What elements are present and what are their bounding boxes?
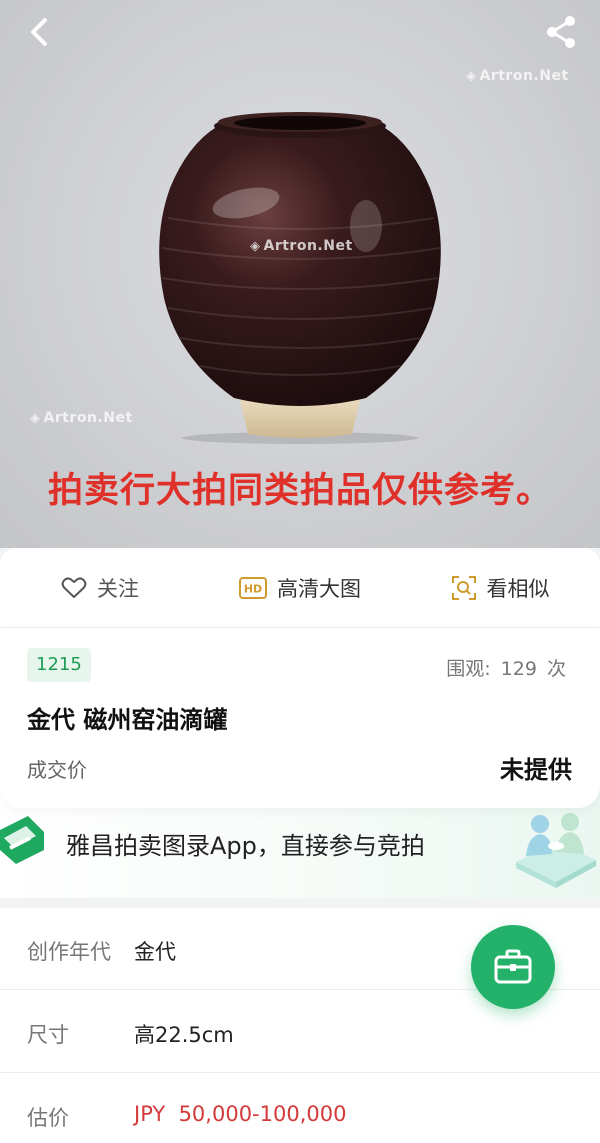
follow-label: 关注 — [97, 576, 139, 601]
view-count: 围观: 129 次 — [442, 654, 566, 681]
detail-key: 估价 — [27, 1106, 69, 1130]
reference-caption: 拍卖行大拍同类拍品仅供参考。 — [47, 471, 552, 511]
lot-title: 金代 磁州窑油滴罐 — [27, 706, 228, 734]
watermark: ◈ Artron.Net — [30, 410, 133, 426]
back-button[interactable] — [18, 12, 62, 56]
lot-number-badge: 1215 — [27, 648, 91, 682]
price-value: 未提供 — [500, 756, 572, 784]
views-label: 围观: — [446, 658, 491, 680]
watermark: ◈ Artron.Net — [466, 68, 569, 84]
lot-image[interactable]: ◈ Artron.Net ◈ Artron.Net ◈ Artron.Net 拍卖行大… — [0, 0, 600, 548]
scan-search-icon — [451, 575, 476, 600]
artron-logo-icon: ◈ — [30, 411, 41, 426]
views-unit: 次 — [546, 658, 566, 680]
chevron-left-icon — [31, 18, 47, 46]
auction-briefcase-button[interactable] — [471, 925, 555, 1009]
share-button[interactable] — [540, 12, 584, 56]
detail-value: 金代 — [134, 940, 176, 964]
banner-text: 雅昌拍卖图录App，直接参与竞拍 — [66, 832, 425, 860]
app-logo-icon — [0, 816, 44, 864]
detail-value: JPY 50,000-100,000 — [134, 1102, 347, 1126]
heart-icon — [61, 576, 87, 598]
detail-row-estimate: 估价 JPY 50,000-100,000 — [0, 1074, 600, 1143]
watermark: ◈ Artron.Net — [250, 238, 353, 254]
svg-text:HD: HD — [244, 582, 262, 595]
hd-image-button[interactable]: HD 高清大图 — [200, 573, 400, 603]
artron-logo-icon: ◈ — [466, 69, 477, 84]
similar-button[interactable]: 看相似 — [400, 573, 600, 603]
price-label: 成交价 — [27, 758, 87, 782]
hd-icon: HD — [239, 576, 267, 599]
action-bar: 关注 HD 高清大图 看相似 — [0, 548, 600, 628]
lot-info-card: 1215 围观: 129 次 金代 磁州窑油滴罐 成交价 未提供 — [0, 628, 600, 808]
similar-label: 看相似 — [486, 576, 550, 601]
follow-button[interactable]: 关注 — [0, 573, 200, 603]
views-count: 129 — [500, 658, 537, 680]
detail-value: 高22.5cm — [134, 1023, 234, 1047]
jar-photo — [159, 112, 441, 444]
detail-key: 创作年代 — [27, 940, 111, 964]
hd-label: 高清大图 — [277, 576, 361, 601]
artron-logo-icon: ◈ — [250, 239, 261, 254]
handshake-illustration-icon — [516, 813, 596, 888]
detail-key: 尺寸 — [27, 1023, 69, 1047]
share-icon — [547, 16, 575, 48]
briefcase-icon — [494, 949, 532, 984]
